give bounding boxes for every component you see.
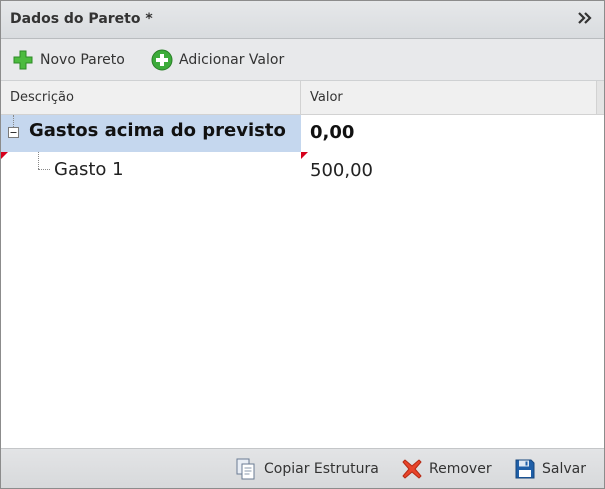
description-cell[interactable]: Gasto 1 (1, 152, 301, 189)
panel-title: Dados do Pareto * (10, 11, 153, 27)
tree-row[interactable]: Gastos acima do previsto 0,00 (1, 115, 604, 152)
row-value: 0,00 (310, 122, 355, 143)
remove-label: Remover (429, 461, 492, 477)
copy-document-icon (236, 458, 255, 480)
save-label: Salvar (542, 461, 586, 477)
pareto-data-panel: Dados do Pareto * Novo Pareto Adicionar … (0, 0, 605, 489)
value-cell[interactable]: 0,00 (301, 115, 597, 152)
remove-button[interactable]: Remover (401, 457, 492, 481)
save-button[interactable]: Salvar (514, 457, 586, 481)
column-header-description[interactable]: Descrição (1, 81, 301, 114)
tree-connector (38, 169, 50, 170)
double-chevron-right-icon (578, 12, 592, 24)
copy-structure-label: Copiar Estrutura (264, 461, 379, 477)
tree-connector (13, 115, 14, 127)
row-description: Gasto 1 (54, 159, 124, 180)
value-cell[interactable]: 500,00 (301, 152, 597, 189)
add-value-label: Adicionar Valor (179, 52, 285, 68)
green-circle-plus-icon (151, 49, 173, 71)
add-value-button[interactable]: Adicionar Valor (151, 49, 284, 71)
new-pareto-label: Novo Pareto (40, 52, 125, 68)
header-scrollbar-spacer (597, 81, 604, 114)
floppy-disk-icon (515, 459, 535, 479)
tree-connector (38, 152, 39, 169)
description-cell[interactable]: Gastos acima do previsto (1, 115, 301, 152)
new-pareto-button[interactable]: Novo Pareto (12, 49, 125, 71)
column-header-value[interactable]: Valor (301, 81, 597, 114)
row-description: Gastos acima do previsto (29, 120, 286, 141)
red-x-icon (402, 459, 422, 479)
tree-row[interactable]: Gasto 1 500,00 (1, 152, 604, 189)
collapse-panel-button[interactable] (574, 7, 596, 29)
row-value: 500,00 (310, 160, 373, 181)
modified-marker (1, 152, 8, 159)
panel-titlebar: Dados do Pareto * (1, 1, 604, 39)
green-plus-icon (13, 50, 33, 70)
toolbar: Novo Pareto Adicionar Valor (1, 39, 604, 81)
grid-header: Descrição Valor (1, 81, 604, 115)
collapse-node-icon[interactable] (8, 127, 19, 138)
copy-structure-button[interactable]: Copiar Estrutura (234, 457, 379, 481)
modified-marker (301, 152, 308, 159)
panel-footer: Copiar Estrutura Remover Salvar (1, 448, 604, 488)
